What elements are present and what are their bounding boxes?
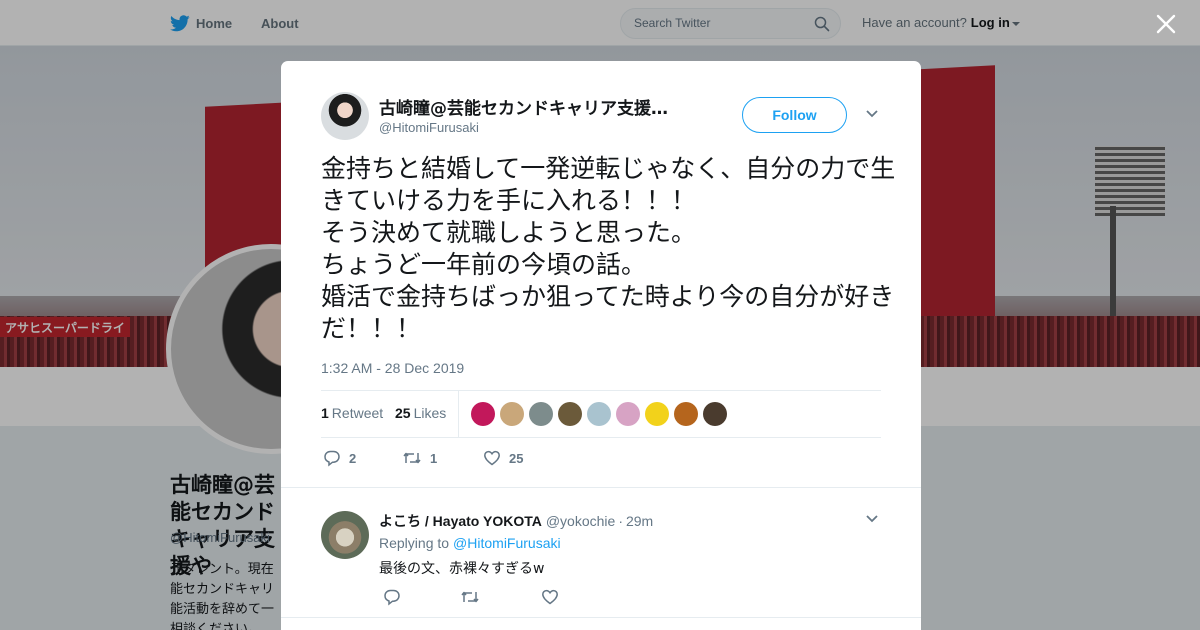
tweet-stats: 1 Retweet 25 Likes: [321, 390, 881, 438]
reply-reply-icon[interactable]: [383, 588, 401, 606]
replying-to: Replying to @HitomiFurusaki: [379, 535, 561, 551]
reply-heart-icon[interactable]: [541, 588, 559, 606]
tweet-text: 金持ちと結婚して一発逆転じゃなく、自分の力で生きていける力を手に入れる！！！ そ…: [321, 154, 896, 343]
author-name[interactable]: 古崎瞳@芸能セカンドキャリア支援…: [379, 94, 699, 119]
replying-to-label: Replying to: [379, 535, 450, 551]
reply-count: 2: [349, 450, 357, 466]
author-handle[interactable]: @HitomiFurusaki: [379, 120, 479, 135]
reply-text: 最後の文、赤裸々すぎるw: [379, 561, 545, 577]
reply-actions: [379, 588, 679, 606]
like-button[interactable]: 25: [483, 449, 523, 467]
likes-stat[interactable]: 25 Likes: [395, 405, 446, 421]
liker-avatar[interactable]: [587, 402, 611, 426]
liker-avatar[interactable]: [529, 402, 553, 426]
reply-avatar[interactable]: [321, 511, 369, 559]
author-avatar[interactable]: [321, 92, 369, 140]
reply-divider: [281, 617, 921, 618]
like-count: 25: [509, 450, 524, 466]
liker-avatar[interactable]: [616, 402, 640, 426]
retweet-stat[interactable]: 1 Retweet: [321, 405, 383, 421]
chevron-down-icon[interactable]: [865, 109, 879, 119]
topbar-overlay: [0, 0, 1200, 46]
reply-author-handle[interactable]: @yokochie: [546, 513, 615, 529]
liker-avatar[interactable]: [645, 402, 669, 426]
tweet-modal: 古崎瞳@芸能セカンドキャリア支援… @HitomiFurusaki Follow…: [281, 61, 921, 630]
liker-avatar[interactable]: [703, 402, 727, 426]
replying-to-link[interactable]: @HitomiFurusaki: [453, 535, 561, 551]
reply-separator: ·: [618, 513, 623, 529]
reply-tweet[interactable]: よこち / Hayato YOKOTA @yokochie · 29m Replyin…: [281, 488, 921, 618]
stats-divider: [458, 391, 459, 438]
tweet-timestamp[interactable]: 1:32 AM - 28 Dec 2019: [321, 360, 464, 376]
retweet-icon: [403, 452, 421, 464]
likes-stat-count: 25: [395, 405, 411, 421]
liker-avatar[interactable]: [558, 402, 582, 426]
likes-stat-label: Likes: [413, 405, 447, 421]
reply-button[interactable]: 2: [323, 449, 356, 467]
reply-time[interactable]: 29m: [626, 513, 653, 529]
liker-avatar[interactable]: [674, 402, 698, 426]
retweet-stat-count: 1: [321, 405, 329, 421]
close-icon[interactable]: [1155, 13, 1177, 35]
follow-button[interactable]: Follow: [742, 97, 847, 133]
retweet-count: 1: [430, 450, 438, 466]
reply-chevron-down-icon[interactable]: [865, 514, 879, 524]
replies-section: よこち / Hayato YOKOTA @yokochie · 29m Replyin…: [281, 487, 921, 630]
reply-icon: [324, 450, 340, 467]
retweet-button[interactable]: 1: [402, 449, 437, 467]
retweet-stat-label: Retweet: [331, 405, 384, 421]
liker-avatar[interactable]: [500, 402, 524, 426]
liker-avatar[interactable]: [471, 402, 495, 426]
likers-avatars: [471, 402, 732, 426]
reply-author-name[interactable]: よこち / Hayato YOKOTA: [379, 513, 542, 529]
heart-icon: [484, 450, 500, 466]
reply-header: よこち / Hayato YOKOTA @yokochie · 29m: [379, 511, 653, 531]
reply-retweet-icon[interactable]: [460, 588, 480, 606]
